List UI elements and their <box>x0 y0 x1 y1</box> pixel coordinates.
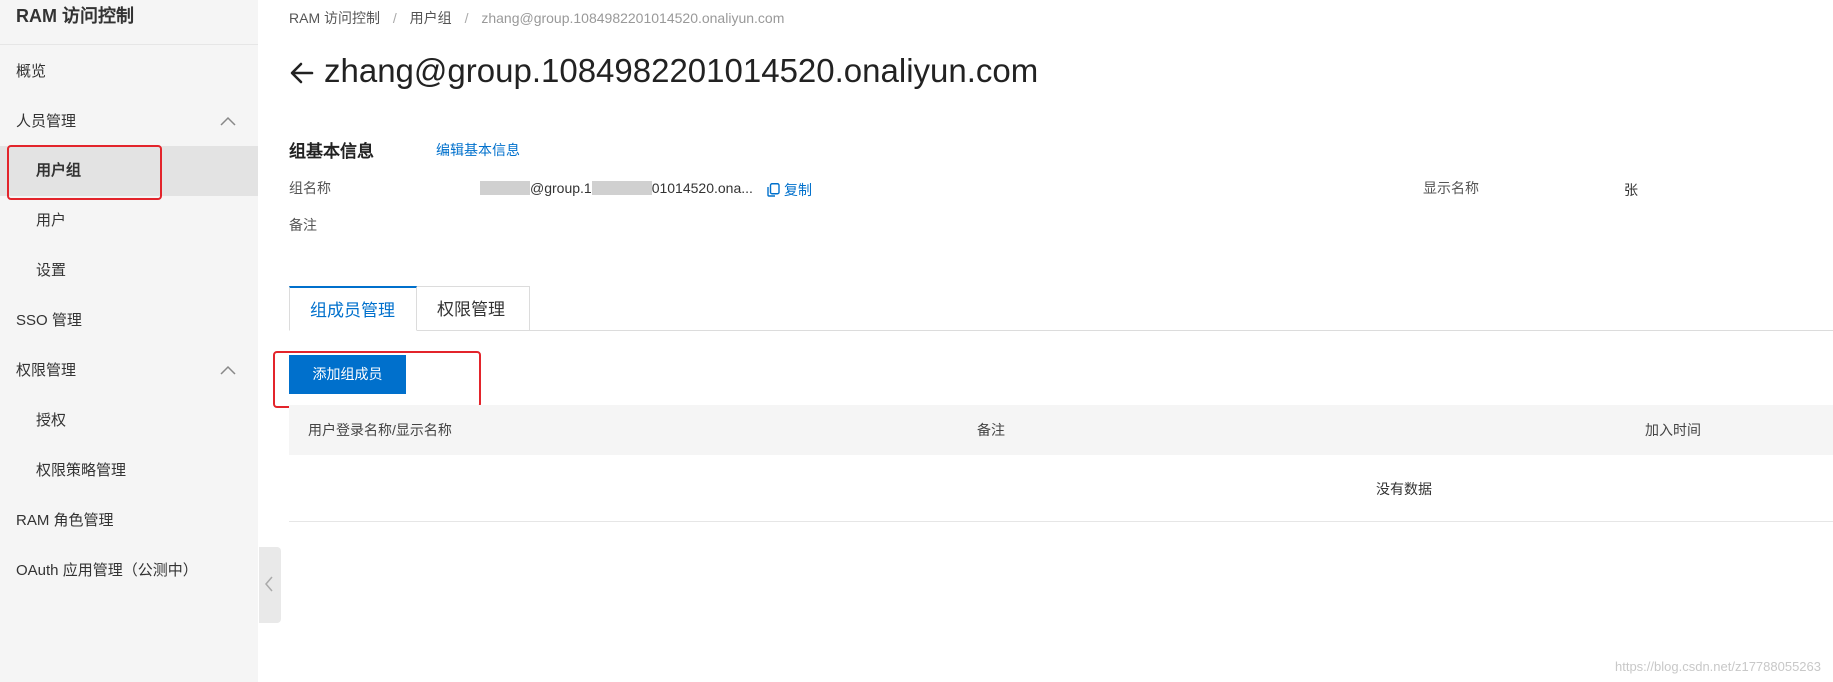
sidebar-item-policies[interactable]: 权限策略管理 <box>0 446 258 496</box>
breadcrumb-separator: / <box>392 10 397 26</box>
breadcrumb-item-user-groups[interactable]: 用户组 <box>410 10 452 26</box>
group-name-value-mid: @group.1 <box>530 180 592 196</box>
sidebar-item-label: 用户组 <box>36 162 82 179</box>
edit-basic-info-link[interactable]: 编辑基本信息 <box>436 140 520 160</box>
table-empty-text: 没有数据 <box>1376 481 1432 497</box>
display-name-value: 张 <box>1624 182 1638 198</box>
display-name-label: 显示名称 <box>1423 180 1479 196</box>
table-header: 用户登录名称/显示名称 备注 加入时间 <box>289 405 1833 455</box>
sidebar-item-label: 权限策略管理 <box>36 462 127 479</box>
sidebar-item-label: OAuth 应用管理（公测中） <box>16 562 198 579</box>
breadcrumb: RAM 访问控制 / 用户组 / zhang@group.10849822010… <box>289 8 784 28</box>
group-name-label: 组名称 <box>289 180 331 196</box>
copy-button[interactable]: 复制 <box>767 180 812 200</box>
page-title-row: zhang@group.1084982201014520.onaliyun.co… <box>288 52 1038 90</box>
add-member-button[interactable]: 添加组成员 <box>289 355 406 394</box>
chevron-up-icon[interactable] <box>220 346 238 396</box>
sidebar-item-user-groups[interactable]: 用户组 <box>0 146 258 196</box>
back-arrow-icon[interactable] <box>288 57 316 85</box>
redacted-block <box>591 181 652 195</box>
sidebar-title: RAM 访问控制 <box>0 0 258 45</box>
copy-label: 复制 <box>784 182 812 198</box>
sidebar-item-settings[interactable]: 设置 <box>0 246 258 296</box>
chevron-up-icon[interactable] <box>220 97 238 147</box>
column-header-login-name: 用户登录名称/显示名称 <box>308 422 452 438</box>
sidebar-item-ram-roles[interactable]: RAM 角色管理 <box>0 496 258 546</box>
sidebar-item-sso[interactable]: SSO 管理 <box>0 296 258 346</box>
sidebar-item-label: 设置 <box>36 262 67 279</box>
column-header-join-time: 加入时间 <box>1645 422 1701 438</box>
watermark: https://blog.csdn.net/z17788055263 <box>1615 659 1821 674</box>
sidebar-item-users[interactable]: 用户 <box>0 196 258 246</box>
sidebar-item-label: 授权 <box>36 412 67 429</box>
sidebar-item-people[interactable]: 人员管理 <box>0 97 258 147</box>
basic-info-title: 组基本信息 <box>289 142 374 161</box>
group-name-value: @group.1 01014520.ona... <box>480 180 753 196</box>
sidebar-item-label: 权限管理 <box>16 362 77 379</box>
sidebar-item-label: SSO 管理 <box>16 312 82 329</box>
tab-group-members[interactable]: 组成员管理 <box>289 286 417 331</box>
breadcrumb-separator: / <box>464 10 469 26</box>
breadcrumb-item-ram[interactable]: RAM 访问控制 <box>289 10 380 26</box>
sidebar-item-oauth-apps[interactable]: OAuth 应用管理（公测中） <box>0 546 258 596</box>
sidebar-item-overview[interactable]: 概览 <box>0 47 258 97</box>
sidebar-item-label: 概览 <box>16 63 47 80</box>
breadcrumb-item-current: zhang@group.1084982201014520.onaliyun.co… <box>481 10 785 26</box>
tab-permissions[interactable]: 权限管理 <box>417 286 530 331</box>
sidebar: RAM 访问控制 概览 人员管理 用户组 用户 设置 SSO 管理 权限管理 授… <box>0 0 258 682</box>
remark-label: 备注 <box>289 217 317 233</box>
sidebar-item-permissions[interactable]: 权限管理 <box>0 346 258 396</box>
redacted-block <box>480 181 530 195</box>
page-title: zhang@group.1084982201014520.onaliyun.co… <box>324 52 1039 89</box>
sidebar-item-label: 人员管理 <box>16 113 77 130</box>
sidebar-item-grants[interactable]: 授权 <box>0 396 258 446</box>
column-header-remark: 备注 <box>977 422 1005 438</box>
sidebar-item-label: 用户 <box>36 212 67 229</box>
main-content: RAM 访问控制 / 用户组 / zhang@group.10849822010… <box>258 0 1833 682</box>
sidebar-item-label: RAM 角色管理 <box>16 512 114 529</box>
copy-icon <box>767 183 780 197</box>
table-body <box>289 455 1833 522</box>
group-name-value-end: 01014520.ona... <box>651 180 753 196</box>
